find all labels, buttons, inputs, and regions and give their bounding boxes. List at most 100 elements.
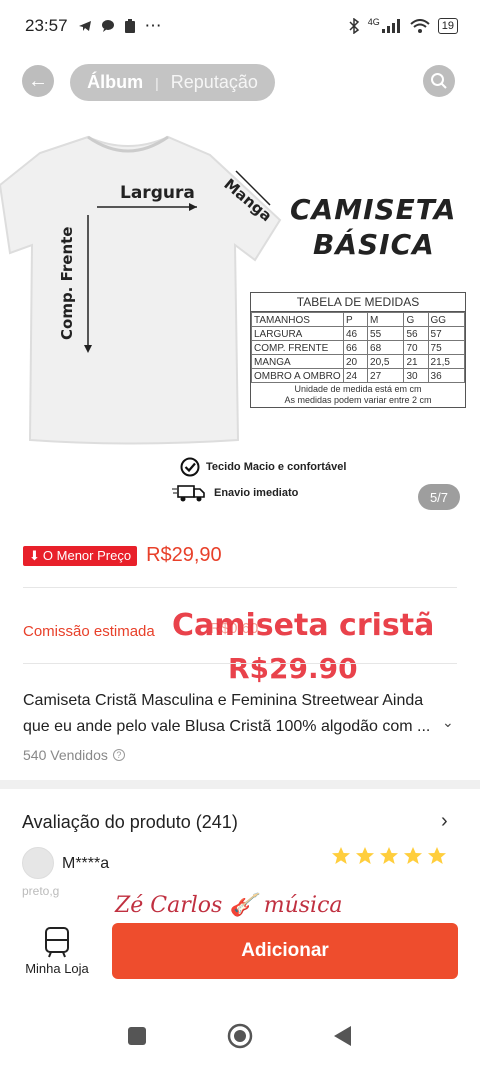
size-chart-note: Unidade de medida está em cm As medidas … [251, 383, 465, 407]
header-cell: GG [427, 312, 466, 327]
star-icon [428, 847, 446, 864]
feature-text: Enavio imediato [214, 487, 299, 499]
size-chart-note-2: As medidas podem variar entre 2 cm [284, 395, 432, 405]
avatar [22, 847, 54, 879]
home-button[interactable] [227, 1023, 253, 1049]
size-chart-heading: TABELA DE MEDIDAS [251, 293, 465, 312]
rating-stars [331, 846, 447, 866]
lowest-price-badge: ⬇ O Menor Preço [23, 545, 138, 566]
feature-fast-shipping: Enavio imediato [172, 483, 298, 503]
price-row: ⬇ O Menor Preço R$29,90 [23, 544, 222, 567]
cell: 56 [403, 326, 429, 341]
shop-icon [45, 927, 69, 958]
size-chart-header-row: TAMANHOS P M G GG [251, 312, 466, 327]
header-cell: TAMANHOS [251, 312, 344, 327]
cell: 75 [427, 340, 466, 355]
my-shop-button[interactable]: Minha Loja [22, 926, 92, 976]
reviewer-name: M****a [62, 855, 110, 872]
cell: 36 [427, 368, 466, 383]
recents-button[interactable] [127, 1026, 147, 1046]
battery-level: 19 [441, 20, 454, 32]
battery-icon: 19 [437, 18, 458, 34]
size-chart-row: LARGURA 46 55 56 57 [251, 326, 466, 341]
media-tabs: Álbum | Reputação [70, 64, 275, 101]
cell: 21 [403, 354, 429, 369]
size-chart-table: TAMANHOS P M G GG LARGURA 46 55 56 57 CO… [251, 312, 466, 383]
sold-text: 540 Vendidos [23, 747, 108, 763]
telegram-icon [78, 21, 91, 31]
reviews-header[interactable]: Avaliação do produto (241) [22, 812, 238, 833]
cell: 27 [367, 368, 405, 383]
cell: 57 [427, 326, 466, 341]
commission-label: Comissão estimada [23, 623, 155, 640]
star-icon [332, 847, 350, 864]
chevron-right-icon[interactable]: › [441, 810, 448, 833]
chat-icon [101, 20, 114, 32]
image-title-line1: CAMISETA [290, 193, 457, 226]
cell: 21,5 [427, 354, 466, 369]
header-cell: G [403, 312, 429, 327]
cell: 30 [403, 368, 429, 383]
search-button[interactable] [423, 65, 455, 97]
cell: 46 [342, 326, 369, 341]
system-status: 4G 19 [348, 17, 458, 34]
wifi-icon [410, 19, 430, 33]
section-separator [0, 780, 480, 789]
overlay-watermark-title: Camiseta cristã [172, 608, 435, 643]
divider [23, 587, 457, 588]
back-nav-button[interactable] [333, 1025, 353, 1047]
cell: 70 [403, 340, 429, 355]
star-icon [380, 847, 398, 864]
check-circle-icon [180, 457, 200, 477]
back-arrow-icon: ← [28, 69, 48, 92]
clipboard-icon [124, 19, 135, 33]
truck-icon [172, 485, 205, 502]
screen: 23:57 ⋯ 4G 19 Largura Manga Comp. Frente… [0, 0, 480, 1066]
tab-divider: | [155, 74, 159, 91]
cell: 20,5 [367, 354, 405, 369]
overlay-watermark-price: R$29.90 [228, 652, 358, 685]
row-label: COMP. FRENTE [251, 340, 344, 355]
cell: 66 [342, 340, 369, 355]
header-cell: M [367, 312, 405, 327]
cell: 55 [367, 326, 405, 341]
my-shop-label: Minha Loja [25, 961, 89, 976]
row-label: OMBRO A OMBRO [251, 368, 344, 383]
product-price: R$29,90 [146, 544, 222, 566]
size-chart-row: OMBRO A OMBRO 24 27 30 36 [251, 368, 466, 383]
image-counter: 5/7 [418, 484, 460, 510]
divider [23, 663, 457, 664]
bluetooth-icon [349, 18, 359, 34]
cell: 68 [367, 340, 405, 355]
star-icon [356, 847, 374, 864]
feature-text: Tecido Macio e confortável [206, 461, 347, 473]
search-icon [431, 73, 447, 89]
more-icon: ⋯ [144, 16, 162, 35]
row-label: LARGURA [251, 326, 344, 341]
status-bar: 23:57 ⋯ 4G 19 [0, 0, 480, 52]
sold-count: 540 Vendidos ? [23, 747, 125, 763]
header-cell: P [342, 312, 369, 327]
tab-album[interactable]: Álbum [87, 72, 143, 93]
top-nav: ← Álbum | Reputação [0, 60, 480, 106]
down-arrow-icon: ⬇ [29, 547, 40, 563]
chevron-down-icon[interactable]: ⌄ [442, 714, 454, 731]
network-type: 4G [367, 17, 380, 27]
size-chart-row: COMP. FRENTE 66 68 70 75 [251, 340, 466, 355]
size-chart-note-1: Unidade de medida está em cm [294, 384, 422, 394]
cell: 24 [342, 368, 369, 383]
label-front-length: Comp. Frente [58, 226, 76, 340]
notification-icons: ⋯ [78, 16, 162, 36]
status-time: 23:57 [25, 16, 68, 35]
tab-reputation[interactable]: Reputação [171, 72, 258, 93]
size-chart-row: MANGA 20 20,5 21 21,5 [251, 354, 466, 369]
back-button[interactable]: ← [22, 65, 54, 97]
product-description[interactable]: Camiseta Cristã Masculina e Feminina Str… [23, 688, 435, 740]
tshirt-illustration [0, 135, 282, 445]
feature-soft-fabric: Tecido Macio e confortável [180, 457, 346, 477]
image-title-line2: BÁSICA [313, 228, 435, 261]
add-button[interactable]: Adicionar [112, 923, 458, 979]
signal-icon [381, 19, 400, 33]
review-variant: preto,g [22, 884, 60, 898]
help-icon[interactable]: ? [112, 749, 125, 761]
